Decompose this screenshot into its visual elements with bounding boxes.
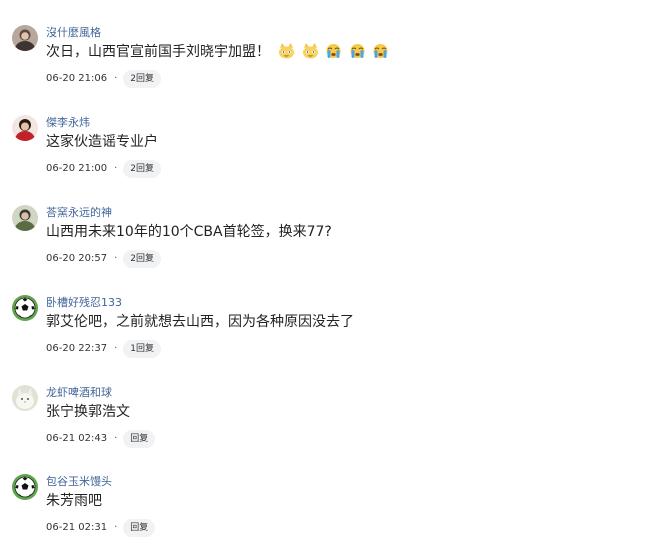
username[interactable]: 卧槽好残忍133 [46,294,122,310]
reply-button[interactable]: 2回复 [123,250,161,268]
comment-meta: 06-21 02:43 · 回复 [46,430,156,448]
separator-dot: · [114,522,118,533]
comment-item: 包谷玉米馒头 朱芳雨吧 06-21 02:31 · 回复 [0,464,660,554]
username[interactable]: 龙虾啤酒和球 [46,384,112,400]
timestamp: 06-21 02:31 [46,522,108,533]
reply-button[interactable]: 2回复 [123,70,161,88]
comment-item: 沒什麼風格 次日，山西官宣前国手刘晓宇加盟！ 06-20 21:06 · 2回复 [0,15,660,105]
separator-dot: · [114,343,118,354]
comment-text: 山西用未来10年的10个CBA首轮签，换来77? [46,224,332,240]
comment-text: 张宁换郭浩文 [46,404,130,420]
reply-button[interactable]: 2回复 [123,160,161,178]
separator-dot: · [114,163,118,174]
separator-dot: · [114,253,118,264]
timestamp: 06-20 22:37 [46,343,108,354]
comment-meta: 06-20 22:37 · 1回复 [46,340,161,358]
crying-face-emoji [372,43,389,65]
reply-button[interactable]: 回复 [123,519,156,537]
comment-meta: 06-20 21:06 · 2回复 [46,70,161,88]
comment-item: 荅窯永远的神 山西用未来10年的10个CBA首轮签，换来77? 06-20 20… [0,195,660,285]
comment-text: 这家伙造谣专业户 [46,134,158,150]
avatar[interactable] [12,295,38,321]
crying-face-emoji [325,43,342,65]
cat-face-emoji [278,43,295,65]
timestamp: 06-20 21:00 [46,163,108,174]
reply-button[interactable]: 1回复 [123,340,161,358]
comment-text: 郭艾伦吧，之前就想去山西，因为各种原因没去了 [46,314,354,330]
timestamp: 06-20 21:06 [46,73,108,84]
separator-dot: · [114,433,118,444]
avatar[interactable] [12,205,38,231]
comment-text-body: 次日，山西官宣前国手刘晓宇加盟！ [46,44,270,60]
separator-dot: · [114,73,118,84]
reply-button[interactable]: 回复 [123,430,156,448]
avatar[interactable] [12,474,38,500]
timestamp: 06-21 02:43 [46,433,108,444]
username[interactable]: 沒什麼風格 [46,24,101,40]
comment-meta: 06-20 21:00 · 2回复 [46,160,161,178]
comment-text: 次日，山西官宣前国手刘晓宇加盟！ [46,42,391,65]
comment-meta: 06-21 02:31 · 回复 [46,519,156,537]
username[interactable]: 傑李永炜 [46,114,90,130]
comment-item: 卧槽好残忍133 郭艾伦吧，之前就想去山西，因为各种原因没去了 06-20 22… [0,285,660,375]
username[interactable]: 荅窯永远的神 [46,204,112,220]
avatar[interactable] [12,25,38,51]
cat-face-emoji [302,43,319,65]
avatar[interactable] [12,115,38,141]
username[interactable]: 包谷玉米馒头 [46,473,112,489]
comment-text: 朱芳雨吧 [46,493,102,509]
comment-item: 龙虾啤酒和球 张宁换郭浩文 06-21 02:43 · 回复 [0,375,660,465]
avatar[interactable] [12,385,38,411]
crying-face-emoji [349,43,366,65]
emoji-row [278,43,391,65]
comment-meta: 06-20 20:57 · 2回复 [46,250,161,268]
timestamp: 06-20 20:57 [46,253,108,264]
comment-item: 傑李永炜 这家伙造谣专业户 06-20 21:00 · 2回复 [0,105,660,195]
